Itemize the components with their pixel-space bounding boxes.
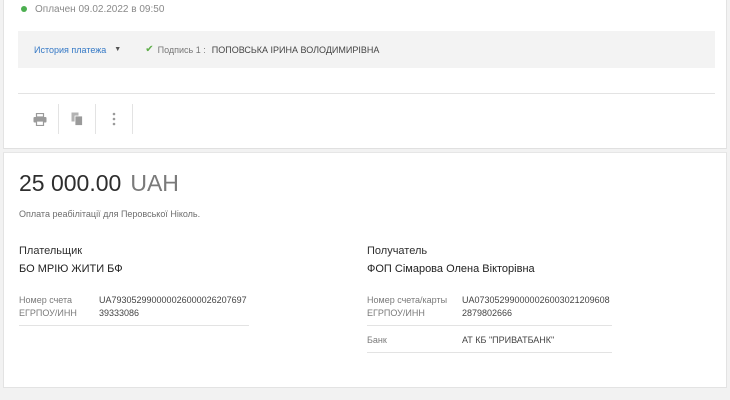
payer-code: 39333086	[99, 307, 140, 318]
copy-icon	[71, 112, 83, 126]
amount-currency: UAH	[130, 170, 179, 196]
recipient-section: Получатель ФОП Сімарова Олена Вікторівна…	[367, 245, 612, 353]
divider	[367, 352, 612, 353]
recipient-code: 2879802666	[462, 307, 513, 318]
divider	[18, 93, 715, 94]
recipient-bank-row: Банк АТ КБ "ПРИВАТБАНК"	[367, 333, 612, 346]
payer-account-label: Номер счета	[19, 294, 73, 305]
payment-details-card: 25 000.00 UAH Оплата реабілітації для Пе…	[3, 152, 727, 388]
printer-icon	[33, 112, 47, 126]
print-button[interactable]	[22, 104, 59, 134]
payer-name: БО МРІЮ ЖИТИ БФ	[19, 263, 123, 275]
payment-status: Оплачен 09.02.2022 в 09:50	[21, 2, 164, 16]
more-actions-button[interactable]	[96, 104, 133, 134]
divider	[367, 325, 612, 326]
signer-name: ПОПОВСЬКА ІРИНА ВОЛОДИМИРІВНА	[211, 44, 380, 55]
payer-account-row: Номер счета UA79305299000002600002620769…	[19, 293, 249, 306]
recipient-account: UA073052990000026003021209608	[462, 294, 610, 305]
payer-role: Плательщик	[19, 245, 83, 257]
payment-header-card: Оплачен 09.02.2022 в 09:50 История плате…	[3, 0, 727, 149]
divider	[19, 325, 249, 326]
payer-code-row: ЕГРПОУ/ИНН 39333086	[19, 306, 249, 319]
action-toolbar	[22, 104, 133, 134]
recipient-bank: АТ КБ "ПРИВАТБАНК"	[462, 334, 555, 345]
payer-code-label: ЕГРПОУ/ИНН	[19, 307, 77, 318]
recipient-account-row: Номер счета/карты UA07305299000002600302…	[367, 293, 612, 306]
caret-down-icon: ▼	[114, 46, 122, 53]
payment-history-dropdown[interactable]: История платежа ▼	[34, 45, 121, 55]
recipient-code-row: ЕГРПОУ/ИНН 2879802666	[367, 306, 612, 319]
signature-label: Подпись 1 :	[157, 44, 206, 55]
payment-purpose: Оплата реабілітації для Перовської Нікол…	[19, 209, 201, 219]
checkmark-icon: ✔	[145, 44, 154, 55]
signature-info: ✔ Подпись 1 : ПОПОВСЬКА ІРИНА ВОЛОДИМИРІ…	[145, 44, 379, 55]
recipient-code-label: ЕГРПОУ/ИНН	[367, 307, 425, 318]
status-text: Оплачен 09.02.2022 в 09:50	[35, 3, 165, 15]
status-dot-icon	[21, 6, 27, 12]
payment-history-label: История платежа	[34, 44, 107, 55]
payment-amount: 25 000.00 UAH	[19, 170, 179, 197]
recipient-name: ФОП Сімарова Олена Вікторівна	[367, 263, 535, 275]
more-vertical-icon	[112, 112, 116, 126]
recipient-account-label: Номер счета/карты	[367, 294, 448, 305]
amount-value: 25 000.00	[19, 170, 122, 196]
payer-account: UA793052990000026000026207697	[99, 294, 247, 305]
recipient-role: Получатель	[367, 245, 428, 257]
payer-section: Плательщик БО МРІЮ ЖИТИ БФ Номер счета U…	[19, 245, 249, 326]
recipient-bank-label: Банк	[367, 334, 387, 345]
payment-history-bar: История платежа ▼ ✔ Подпись 1 : ПОПОВСЬК…	[18, 31, 715, 68]
copy-button[interactable]	[59, 104, 96, 134]
